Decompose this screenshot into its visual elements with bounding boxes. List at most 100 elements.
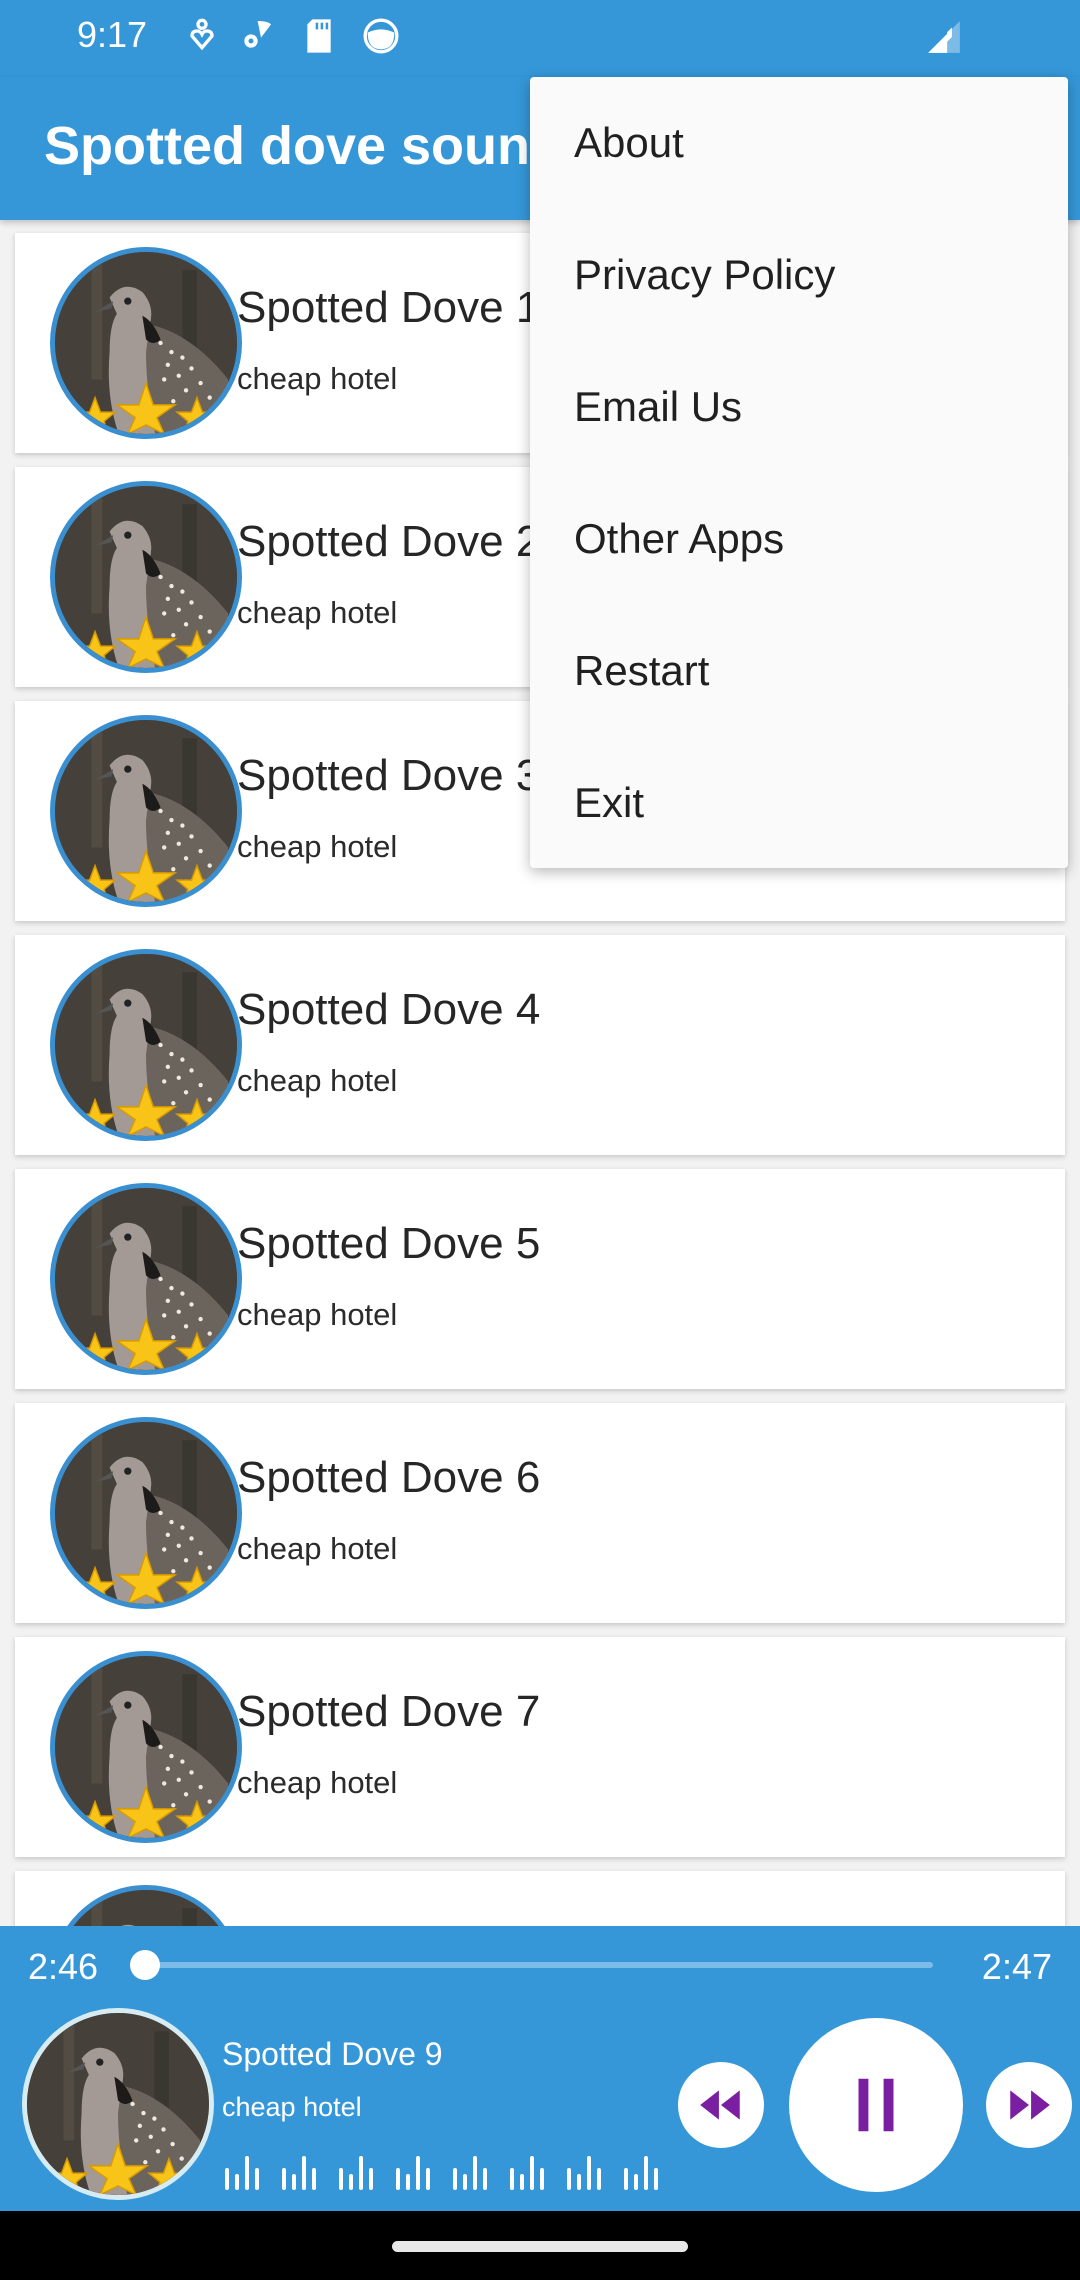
menu-item-about[interactable]: About: [530, 77, 1068, 209]
fast-forward-icon: [1010, 2090, 1050, 2120]
equalizer-bar: [369, 2168, 373, 2190]
status-time: 9:17: [77, 14, 148, 55]
equalizer-bar: [624, 2168, 628, 2190]
menu-item-other-apps[interactable]: Other Apps: [530, 473, 1068, 605]
sound-title: Spotted Dove 4: [237, 985, 541, 1034]
equalizer-bar: [245, 2156, 249, 2190]
equalizer-bar: [483, 2168, 487, 2190]
equalizer-icon: [225, 2156, 658, 2190]
equalizer-bar: [634, 2174, 638, 2190]
equalizer-bar: [255, 2168, 259, 2190]
sd-card-icon: [307, 19, 331, 53]
rewind-button[interactable]: [678, 2062, 764, 2148]
equalizer-bar: [302, 2156, 306, 2190]
status-bar: 9:17: [0, 0, 1080, 77]
menu-item-restart[interactable]: Restart: [530, 605, 1068, 737]
home-gesture-handle[interactable]: [392, 2241, 688, 2252]
sound-title: Spotted Dove 7: [237, 1687, 541, 1736]
equalizer-bar: [339, 2168, 343, 2190]
sound-subtitle: cheap hotel: [237, 595, 398, 630]
equalizer-bar: [473, 2156, 477, 2190]
sound-title: Spotted Dove 6: [237, 1453, 541, 1502]
dove-image-icon: [55, 486, 237, 668]
pause-button[interactable]: [789, 2018, 963, 2192]
sound-list-item[interactable]: Spotted Dove 7 cheap hotel: [15, 1637, 1065, 1857]
equalizer-bar: [416, 2156, 420, 2190]
equalizer-bar: [359, 2156, 363, 2190]
equalizer-bar: [349, 2174, 353, 2190]
equalizer-bar: [235, 2174, 239, 2190]
app-title: Spotted dove sound: [44, 116, 563, 176]
equalizer-bar: [453, 2168, 457, 2190]
sound-title: Spotted Dove 5: [237, 1219, 541, 1268]
dove-avatar: [50, 1183, 242, 1375]
dove-avatar: [50, 1885, 242, 1926]
sound-subtitle: cheap hotel: [237, 1063, 398, 1098]
equalizer-bar: [282, 2168, 286, 2190]
equalizer-bar: [312, 2168, 316, 2190]
sound-list-item[interactable]: Spotted Dove 5 cheap hotel: [15, 1169, 1065, 1389]
equalizer-bar: [510, 2168, 514, 2190]
now-playing-title: Spotted Dove 9: [222, 2036, 443, 2072]
equalizer-bar: [406, 2174, 410, 2190]
equalizer-bar: [577, 2174, 581, 2190]
dove-avatar: [50, 247, 242, 439]
equalizer-bar: [426, 2168, 430, 2190]
menu-item-privacy-policy[interactable]: Privacy Policy: [530, 209, 1068, 341]
accessibility-heart-icon: [190, 18, 214, 51]
equalizer-bar: [654, 2168, 658, 2190]
sound-subtitle: cheap hotel: [237, 1531, 398, 1566]
overflow-menu: About Privacy Policy Email Us Other Apps…: [530, 77, 1068, 868]
equalizer-bar: [396, 2168, 400, 2190]
system-nav-bar: [0, 2211, 1080, 2280]
menu-item-exit[interactable]: Exit: [530, 737, 1068, 869]
dove-image-icon: [55, 1890, 237, 1926]
dove-avatar: [50, 1651, 242, 1843]
sound-list-item[interactable]: Spotted Dove 4 cheap hotel: [15, 935, 1065, 1155]
equalizer-bar: [225, 2168, 229, 2190]
now-playing-avatar: [22, 2008, 214, 2200]
sound-subtitle: cheap hotel: [237, 361, 398, 396]
dove-image-icon: [55, 1656, 237, 1838]
cell-signal-icon: [928, 21, 960, 53]
sound-title: Spotted Dove 3: [237, 751, 541, 800]
equalizer-bar: [540, 2168, 544, 2190]
pause-icon: [858, 2078, 894, 2132]
dove-image-icon: [27, 2013, 209, 2195]
dove-image-icon: [55, 1422, 237, 1604]
equalizer-bar: [530, 2156, 534, 2190]
total-time: 2:47: [981, 1946, 1052, 1987]
now-playing-bar: 2:46 2:47 Spotted Dove 9 cheap hotel: [0, 1926, 1080, 2211]
equalizer-bar: [644, 2156, 648, 2190]
dove-avatar: [50, 715, 242, 907]
fast-forward-button[interactable]: [986, 2062, 1072, 2148]
fast-rewind-icon: [700, 2090, 740, 2120]
sound-subtitle: cheap hotel: [237, 1297, 398, 1332]
equalizer-bar: [597, 2168, 601, 2190]
equalizer-bar: [520, 2174, 524, 2190]
menu-item-email-us[interactable]: Email Us: [530, 341, 1068, 473]
sound-subtitle: cheap hotel: [237, 829, 398, 864]
elapsed-time: 2:46: [28, 1946, 99, 1987]
equalizer-bar: [463, 2174, 467, 2190]
equalizer-bar: [587, 2156, 591, 2190]
dove-avatar: [50, 1417, 242, 1609]
sound-title: Spotted Dove 1: [237, 283, 541, 332]
dove-image-icon: [55, 252, 237, 434]
seek-bar[interactable]: [130, 1950, 933, 1980]
sound-subtitle: cheap hotel: [237, 1765, 398, 1800]
dove-image-icon: [55, 954, 237, 1136]
now-playing-subtitle: cheap hotel: [222, 2092, 362, 2122]
face-mask-icon: [363, 18, 399, 54]
equalizer-bar: [567, 2168, 571, 2190]
sound-list-item[interactable]: [15, 1871, 1065, 1926]
sound-list-item[interactable]: Spotted Dove 6 cheap hotel: [15, 1403, 1065, 1623]
dove-avatar: [50, 481, 242, 673]
seek-thumb[interactable]: [130, 1950, 160, 1980]
dove-image-icon: [55, 720, 237, 902]
equalizer-bar: [292, 2174, 296, 2190]
sound-title: Spotted Dove 2: [237, 517, 541, 566]
dove-avatar: [50, 949, 242, 1141]
dove-image-icon: [55, 1188, 237, 1370]
settings-signal-icon: [244, 21, 271, 48]
